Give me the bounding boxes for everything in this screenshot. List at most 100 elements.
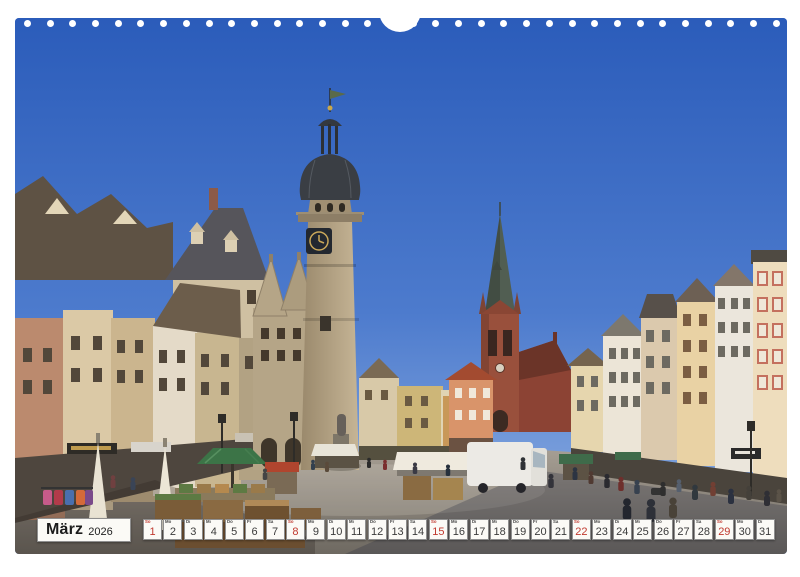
binding-hole [432, 20, 439, 27]
date-cell: Mo 30 [735, 519, 754, 540]
month-label-box: März 2026 [37, 518, 131, 542]
day-number: 25 [634, 527, 651, 538]
weekday-abbr: Do [227, 520, 233, 524]
day-number: 27 [675, 527, 692, 538]
day-number: 4 [205, 527, 222, 538]
day-number: 5 [226, 527, 243, 538]
binding-hole [750, 20, 757, 27]
date-cell: Di31 [756, 519, 775, 540]
date-cell: Mi 18 [490, 519, 509, 540]
weekday-abbr: Fr [533, 520, 537, 524]
weekday-abbr: Di [472, 520, 476, 524]
date-cell: So15 [429, 519, 448, 540]
binding-hole [115, 20, 122, 27]
binding-hole [183, 20, 190, 27]
binding-hole [69, 20, 76, 27]
binding-hole [160, 20, 167, 27]
day-number: 22 [573, 527, 590, 538]
weekday-abbr: Mi [635, 520, 640, 524]
binding-hole [591, 20, 598, 27]
weekday-abbr: Do [656, 520, 662, 524]
day-number: 18 [491, 527, 508, 538]
day-number: 31 [757, 527, 774, 538]
day-number: 8 [287, 527, 304, 538]
binding-hole [614, 20, 621, 27]
date-cell: Fr 27 [674, 519, 693, 540]
binding-hole [228, 20, 235, 27]
binding-hole [478, 20, 485, 27]
binding-hole [637, 20, 644, 27]
binding-hole [251, 20, 258, 27]
binding-hole [319, 20, 326, 27]
day-number: 30 [736, 527, 753, 538]
binding-hole [773, 20, 780, 27]
date-cell: Mi 25 [633, 519, 652, 540]
binding-hole [137, 20, 144, 27]
weekday-abbr: Do [513, 520, 519, 524]
binding-hole [455, 20, 462, 27]
day-number: 19 [512, 527, 529, 538]
date-cell: Di 10 [327, 519, 346, 540]
weekday-abbr: Mi [206, 520, 211, 524]
weekday-abbr: Sa [410, 520, 415, 524]
binding-hole [24, 20, 31, 27]
weekday-abbr: Fr [676, 520, 680, 524]
day-number: 24 [614, 527, 631, 538]
date-cell: Sa 14 [408, 519, 427, 540]
weekday-abbr: Sa [553, 520, 558, 524]
date-cell: Fr13 [388, 519, 407, 540]
day-number: 12 [369, 527, 386, 538]
day-number: 10 [328, 527, 345, 538]
binding-hole [682, 20, 689, 27]
binding-hole [546, 20, 553, 27]
calendar-photo [15, 18, 787, 554]
weekday-abbr: Mo [594, 520, 600, 524]
weekday-abbr: Mo [165, 520, 171, 524]
left-buildings [15, 176, 281, 523]
date-cell: Mo16 [449, 519, 468, 540]
date-cell: Mi 4 [204, 519, 223, 540]
date-cell: Di3 [184, 519, 203, 540]
day-number: 15 [430, 527, 447, 538]
binding-hole [523, 20, 530, 27]
date-strip: So1Mo2Di3Mi4Do5Fr6Sa7So8Mo9Di10Mi11Do12F… [143, 519, 775, 540]
weekday-abbr: Di [615, 520, 619, 524]
binding-hole [342, 20, 349, 27]
date-cell: Mi11 [347, 519, 366, 540]
date-cell: Do12 [368, 519, 387, 540]
date-cell: Do 19 [511, 519, 530, 540]
weekday-abbr: Sa [268, 520, 273, 524]
date-cell: Do 5 [225, 519, 244, 540]
date-cell: Sa 7 [266, 519, 285, 540]
day-number: 9 [307, 527, 324, 538]
binding-hole [569, 20, 576, 27]
day-number: 20 [532, 527, 549, 538]
day-number: 14 [409, 527, 426, 538]
weekday-abbr: Mi [492, 520, 497, 524]
binding-hole [47, 20, 54, 27]
day-number: 7 [267, 527, 284, 538]
weekday-abbr: So [717, 520, 723, 524]
binding-hole [274, 20, 281, 27]
weekday-abbr: Fr [390, 520, 394, 524]
date-cell: Fr6 [245, 519, 264, 540]
day-number: 11 [348, 527, 365, 538]
date-cell: Fr 20 [531, 519, 550, 540]
weekday-abbr: Sa [696, 520, 701, 524]
weekday-abbr: Di [329, 520, 333, 524]
date-cell: Di 24 [613, 519, 632, 540]
weekday-abbr: So [288, 520, 294, 524]
weekday-abbr: So [574, 520, 580, 524]
day-number: 2 [164, 527, 181, 538]
day-number: 29 [716, 527, 733, 538]
day-number: 17 [471, 527, 488, 538]
date-cell: So 22 [572, 519, 591, 540]
white-van [467, 442, 547, 493]
date-cell: Sa28 [694, 519, 713, 540]
calendar-page: März 2026 So1Mo2Di3Mi4Do5Fr6Sa7So8Mo9Di1… [0, 0, 800, 577]
date-cell: So 8 [286, 519, 305, 540]
weekday-abbr: Mo [737, 520, 743, 524]
date-cell: Mo23 [592, 519, 611, 540]
weekday-abbr: So [145, 520, 151, 524]
date-cell: Mo9 [306, 519, 325, 540]
